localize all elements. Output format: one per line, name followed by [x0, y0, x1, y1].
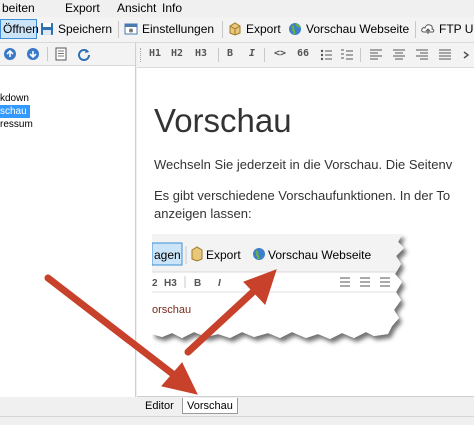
main-toolbar: Öffnen Speichern Einstellungen Export Vo… — [0, 17, 474, 43]
inset-preview-website-label: Vorschau Webseite — [268, 248, 371, 262]
file-tree-toolbar — [0, 43, 135, 66]
h2-button[interactable]: H2 — [171, 48, 183, 59]
floppy-disk-icon — [41, 23, 53, 35]
inset-fmt-label: H3 — [164, 278, 177, 289]
cloud-upload-icon — [421, 24, 435, 34]
settings-label: Einstellungen — [142, 22, 215, 36]
overflow-chevron-icon[interactable] — [462, 49, 472, 61]
toolbar-separator — [118, 21, 119, 38]
page-title: Vorschau — [154, 102, 292, 139]
open-button[interactable]: Öffnen — [0, 19, 39, 39]
menu-bar: beiten Export Ansicht Info — [0, 0, 474, 17]
h3-button[interactable]: H3 — [195, 48, 207, 59]
open-label: Öffnen — [3, 22, 39, 36]
tree-item-impressum[interactable]: ressum — [0, 118, 36, 131]
export-button[interactable]: Export — [228, 19, 281, 39]
package-icon — [191, 246, 203, 262]
numbered-list-icon[interactable] — [341, 49, 353, 61]
toolbar-separator — [218, 48, 219, 62]
move-up-icon[interactable] — [3, 47, 17, 61]
code-button[interactable]: <> — [274, 48, 286, 59]
align-justify-icon[interactable] — [439, 49, 451, 61]
settings-button[interactable]: Einstellungen — [124, 19, 214, 39]
menu-item-info[interactable]: Info — [162, 1, 182, 15]
format-toolbar: H1 H2 H3 B I <> 66 — [137, 43, 474, 68]
ftp-upload-button[interactable]: FTP Up — [421, 19, 474, 39]
bullet-list-icon[interactable] — [320, 49, 332, 61]
preview-paragraph: Es gibt verschiedene Vorschaufunktionen.… — [154, 188, 451, 203]
preview-website-label: Vorschau Webseite — [306, 22, 410, 36]
align-center-icon[interactable] — [393, 49, 405, 61]
inset-fmt-label: 2 — [152, 278, 158, 289]
tree-item-markdown[interactable]: kdown — [0, 92, 32, 105]
inset-fmt-label: I — [218, 278, 221, 289]
tree-item-vorschau[interactable]: schau — [0, 105, 30, 118]
save-label: Speichern — [58, 22, 113, 36]
embedded-screenshot: agen Export Vorschau Webseite 2 H3 B I o… — [152, 234, 404, 339]
tab-vorschau[interactable]: Vorschau — [182, 398, 238, 414]
toolbar-separator — [222, 21, 223, 38]
toolbar-separator — [264, 48, 265, 62]
toolbar-separator — [415, 21, 416, 38]
tab-editor[interactable]: Editor — [141, 398, 178, 414]
toolbar-separator — [47, 47, 48, 61]
toolbar-grip — [140, 48, 141, 62]
preview-paragraph: anzeigen lassen: — [154, 206, 252, 221]
menu-item-bearbeiten[interactable]: beiten — [2, 1, 35, 15]
refresh-icon[interactable] — [77, 47, 91, 61]
package-icon — [229, 22, 241, 36]
h1-button[interactable]: H1 — [149, 48, 161, 59]
ftp-upload-label: FTP Up — [439, 22, 474, 36]
export-label: Export — [246, 22, 281, 36]
settings-window-icon — [124, 23, 138, 35]
inset-fmt-label: B — [194, 278, 201, 289]
toolbar-separator — [360, 48, 361, 62]
save-button[interactable]: Speichern — [40, 19, 112, 39]
quote-button[interactable]: 66 — [297, 48, 309, 59]
globe-icon — [289, 23, 301, 35]
menu-item-export[interactable]: Export — [65, 1, 100, 15]
inset-export-label: Export — [206, 248, 241, 262]
preview-website-button[interactable]: Vorschau Webseite — [288, 19, 409, 39]
file-tree-panel: kdown schau ressum — [0, 43, 136, 397]
editor-tab-strip: Editor Vorschau — [137, 396, 474, 416]
inset-code-text: orschau — [152, 304, 191, 316]
align-right-icon[interactable] — [416, 49, 428, 61]
inset-tab-label: agen — [154, 248, 181, 262]
align-left-icon[interactable] — [370, 49, 382, 61]
document-icon[interactable] — [54, 47, 68, 61]
italic-button[interactable]: I — [249, 48, 255, 59]
preview-paragraph: Wechseln Sie jederzeit in die Vorschau. … — [154, 157, 453, 172]
bold-button[interactable]: B — [227, 48, 233, 59]
preview-pane: Vorschau Wechseln Sie jederzeit in die V… — [137, 68, 474, 396]
menu-item-ansicht[interactable]: Ansicht — [117, 1, 156, 15]
move-down-icon[interactable] — [26, 47, 40, 61]
